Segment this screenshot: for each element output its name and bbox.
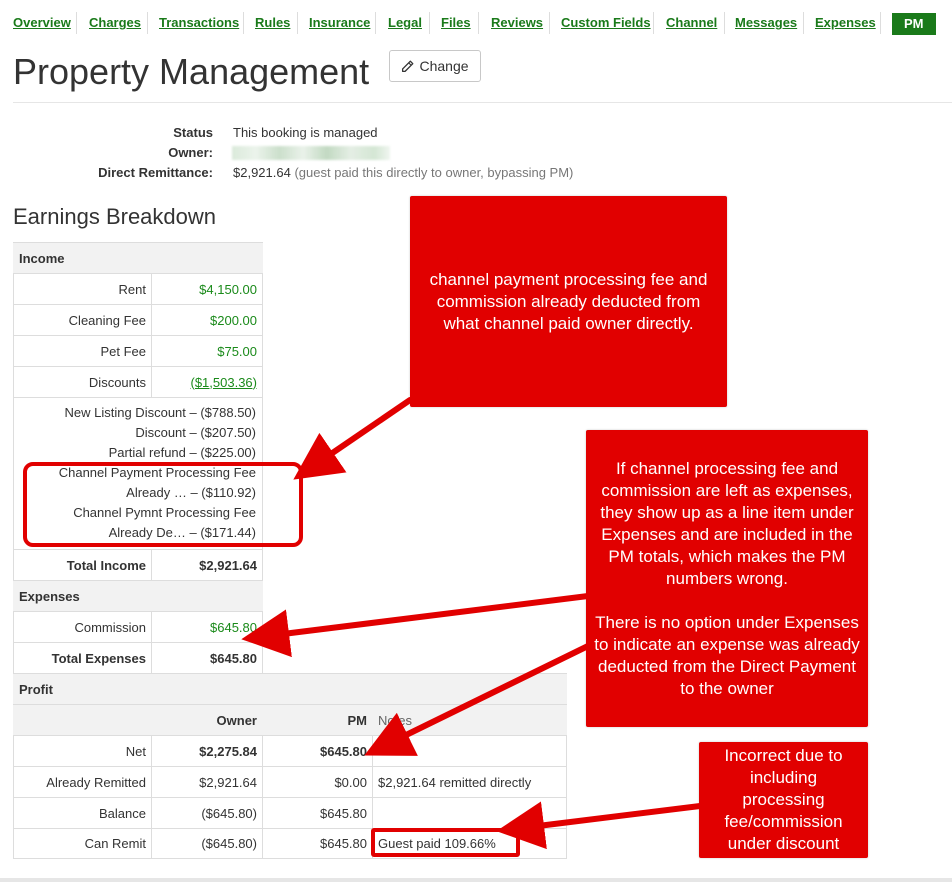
direct-remittance-note: (guest paid this directly to owner, bypa… bbox=[294, 165, 574, 180]
page-title: Property Management bbox=[13, 51, 370, 92]
total-income-label: Total Income bbox=[13, 549, 152, 580]
tab-legal[interactable]: Legal bbox=[388, 12, 430, 34]
income-header: Income bbox=[13, 242, 263, 273]
expenses-header: Expenses bbox=[13, 580, 263, 611]
tab-pm[interactable]: PM bbox=[892, 13, 936, 35]
net-owner: $2,275.84 bbox=[151, 735, 263, 766]
net-pm: $645.80 bbox=[262, 735, 373, 766]
tab-reviews[interactable]: Reviews bbox=[491, 12, 550, 34]
balance-notes bbox=[372, 797, 567, 828]
total-expenses-label: Total Expenses bbox=[13, 642, 152, 673]
already-remitted-owner: $2,921.64 bbox=[151, 766, 263, 797]
status-value: This booking is managed bbox=[233, 125, 378, 140]
annotation-ring-guest-paid bbox=[371, 828, 520, 857]
tab-custom-fields[interactable]: Custom Fields bbox=[561, 12, 654, 34]
change-button[interactable]: Change bbox=[389, 50, 481, 82]
footer-divider bbox=[0, 878, 952, 882]
discount-line: Partial refund – ($225.00) bbox=[108, 445, 256, 460]
can-remit-owner: ($645.80) bbox=[151, 828, 263, 859]
commission-value: $645.80 bbox=[151, 611, 263, 642]
rent-label: Rent bbox=[13, 273, 152, 304]
balance-label: Balance bbox=[13, 797, 152, 828]
annotation-callout-incorrect: Incorrect due to including processing fe… bbox=[699, 742, 868, 858]
net-notes bbox=[372, 735, 567, 766]
annotation-callout-deducted: channel payment processing fee and commi… bbox=[410, 196, 727, 407]
annotation-ring-processing-fees bbox=[23, 462, 303, 547]
owner-label: Owner: bbox=[168, 145, 213, 160]
direct-remittance-value: $2,921.64 (guest paid this directly to o… bbox=[233, 165, 573, 180]
discount-line: New Listing Discount – ($788.50) bbox=[64, 405, 257, 420]
total-income-value: $2,921.64 bbox=[151, 549, 263, 580]
can-remit-pm: $645.80 bbox=[262, 828, 373, 859]
discount-line: Discount – ($207.50) bbox=[135, 425, 256, 440]
annotation-callout-expenses-text-b: There is no option under Expenses to ind… bbox=[594, 612, 860, 698]
profit-header: Profit bbox=[13, 673, 567, 704]
direct-remittance-amount: $2,921.64 bbox=[233, 165, 291, 180]
earnings-breakdown-title: Earnings Breakdown bbox=[13, 204, 217, 229]
tab-messages[interactable]: Messages bbox=[735, 12, 804, 34]
already-remitted-notes: $2,921.64 remitted directly bbox=[372, 766, 567, 797]
rent-value: $4,150.00 bbox=[151, 273, 263, 304]
annotation-callout-expenses-text-a: If channel processing fee and commission… bbox=[600, 458, 854, 588]
col-notes-header: Notes bbox=[372, 704, 567, 735]
profit-corner-cell bbox=[13, 704, 152, 735]
tab-bar: Overview Charges Transactions Rules Insu… bbox=[0, 12, 952, 36]
direct-remittance-label: Direct Remittance: bbox=[98, 165, 213, 180]
cleaning-fee-label: Cleaning Fee bbox=[13, 304, 152, 335]
already-remitted-label: Already Remitted bbox=[13, 766, 152, 797]
discounts-value-link[interactable]: ($1,503.36) bbox=[151, 366, 263, 397]
col-owner-header: Owner bbox=[151, 704, 263, 735]
cleaning-fee-value: $200.00 bbox=[151, 304, 263, 335]
header-divider bbox=[13, 102, 952, 103]
discounts-label: Discounts bbox=[13, 366, 152, 397]
already-remitted-pm: $0.00 bbox=[262, 766, 373, 797]
tab-files[interactable]: Files bbox=[441, 12, 479, 34]
pencil-icon bbox=[401, 60, 414, 73]
commission-label: Commission bbox=[13, 611, 152, 642]
balance-owner: ($645.80) bbox=[151, 797, 263, 828]
tab-rules[interactable]: Rules bbox=[255, 12, 298, 34]
col-pm-header: PM bbox=[262, 704, 373, 735]
tab-overview[interactable]: Overview bbox=[13, 12, 77, 34]
annotation-callout-expenses: If channel processing fee and commission… bbox=[586, 430, 868, 727]
owner-name-redacted bbox=[232, 146, 390, 160]
total-expenses-value: $645.80 bbox=[151, 642, 263, 673]
can-remit-label: Can Remit bbox=[13, 828, 152, 859]
tab-expenses[interactable]: Expenses bbox=[815, 12, 881, 34]
tab-insurance[interactable]: Insurance bbox=[309, 12, 376, 34]
balance-pm: $645.80 bbox=[262, 797, 373, 828]
change-button-label: Change bbox=[419, 58, 469, 74]
net-label: Net bbox=[13, 735, 152, 766]
status-label: Status bbox=[173, 125, 213, 140]
pet-fee-label: Pet Fee bbox=[13, 335, 152, 366]
tab-channel[interactable]: Channel bbox=[666, 12, 725, 34]
pet-fee-value: $75.00 bbox=[151, 335, 263, 366]
tab-transactions[interactable]: Transactions bbox=[159, 12, 244, 34]
tab-charges[interactable]: Charges bbox=[89, 12, 148, 34]
